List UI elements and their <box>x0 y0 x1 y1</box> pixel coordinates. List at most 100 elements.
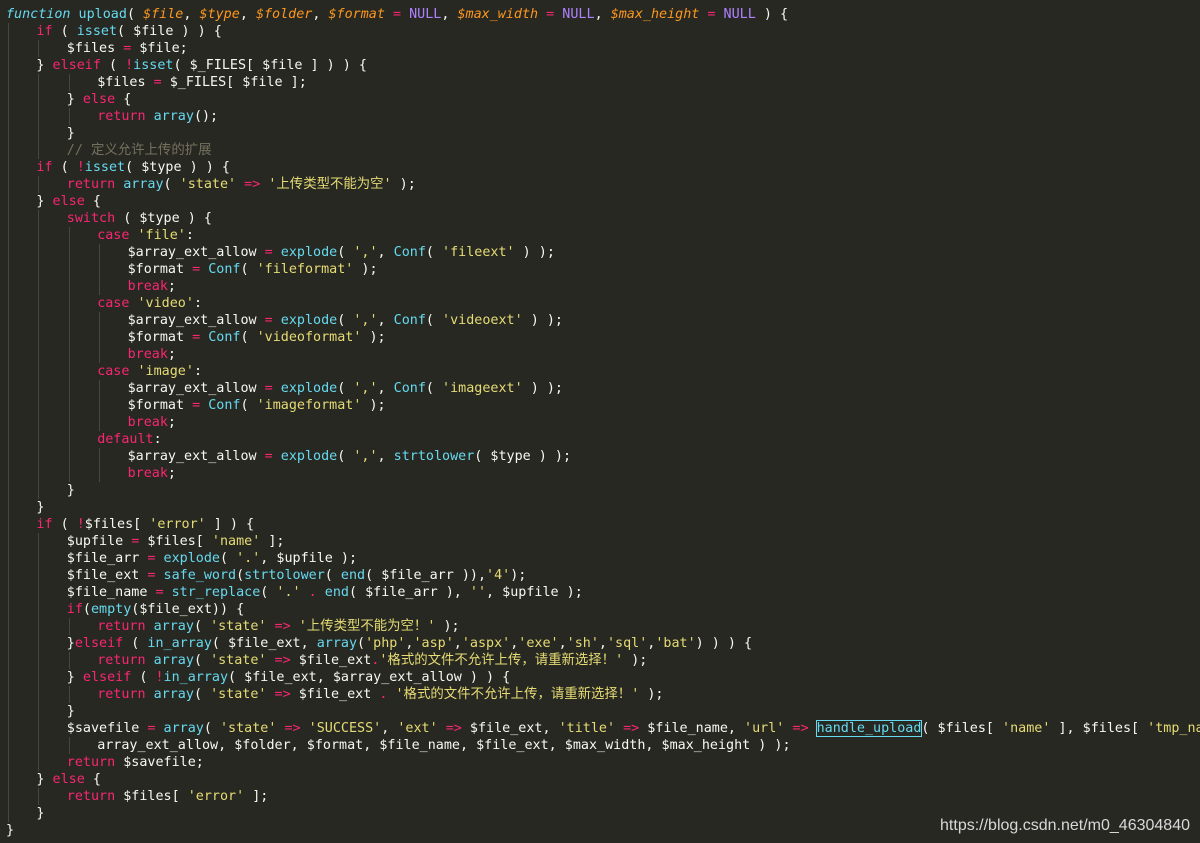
code-editor[interactable]: function upload( $file, $type, $folder, … <box>0 0 1200 843</box>
code-token: break <box>127 347 168 362</box>
code-line[interactable]: } elseif ( !isset( $_FILES[ $file ] ) ) … <box>36 57 367 74</box>
code-line[interactable]: }elseif ( in_array( $file_ext, array('ph… <box>67 635 752 652</box>
code-token: Conf <box>200 262 241 277</box>
code-token: $savefile; <box>115 755 204 770</box>
code-token: array <box>155 721 204 736</box>
code-line[interactable]: break; <box>128 414 176 431</box>
code-token: } <box>66 483 75 498</box>
code-token: $file_ext <box>290 687 380 702</box>
code-line[interactable]: break; <box>128 465 176 482</box>
code-token: array <box>115 177 164 192</box>
code-line[interactable]: $array_ext_allow = explode( ',', Conf( '… <box>128 380 563 397</box>
code-line[interactable]: $array_ext_allow = explode( ',', Conf( '… <box>128 312 563 329</box>
code-line[interactable]: $upfile = $files[ 'name' ]; <box>67 533 285 550</box>
code-line[interactable]: return array( 'state' => $file_ext.'格式的文… <box>97 652 647 669</box>
code-token: . <box>300 585 317 600</box>
code-line[interactable]: if ( isset( $file ) ) { <box>36 23 221 40</box>
code-line[interactable]: } else { <box>36 193 101 210</box>
code-token: ) ); <box>514 245 555 260</box>
code-token: explode <box>272 313 338 328</box>
code-token: , <box>312 7 329 22</box>
code-line[interactable]: return array( 'state' => '上传类型不能为空！' ); <box>97 618 459 635</box>
code-line[interactable]: return array(); <box>97 108 218 125</box>
code-line[interactable]: if(empty($file_ext)) { <box>67 601 244 618</box>
code-token: ( <box>240 330 257 345</box>
code-line[interactable]: case 'file': <box>97 227 194 244</box>
code-line[interactable]: $format = Conf( 'imageformat' ); <box>128 397 386 414</box>
code-token: ); <box>361 398 386 413</box>
code-line[interactable]: } else { <box>67 91 132 108</box>
indent-guide <box>8 482 9 499</box>
code-line[interactable]: array_ext_allow, $folder, $format, $file… <box>97 737 790 754</box>
code-line[interactable]: } <box>67 125 75 142</box>
code-token: ); <box>435 619 460 634</box>
code-line[interactable]: $format = Conf( 'videoformat' ); <box>128 329 386 346</box>
code-token: $file_ext <box>290 653 372 668</box>
code-token: '.' <box>236 551 261 566</box>
code-line[interactable]: if ( !$files[ 'error' ] ) { <box>36 516 254 533</box>
code-token: Conf <box>200 398 241 413</box>
code-line[interactable]: break; <box>128 346 176 363</box>
code-line[interactable]: return array( 'state' => '上传类型不能为空' ); <box>67 176 416 193</box>
code-token: ',' <box>353 449 378 464</box>
code-line[interactable]: $savefile = array( 'state' => 'SUCCESS',… <box>67 720 1200 737</box>
code-token: } <box>66 670 83 685</box>
code-token: NULL <box>554 7 595 22</box>
code-line[interactable]: $file_arr = explode( '.', $upfile ); <box>67 550 357 567</box>
code-line[interactable]: if ( !isset( $type ) ) { <box>36 159 230 176</box>
code-token: Conf <box>393 313 426 328</box>
code-token: $array_ext_allow <box>127 449 265 464</box>
code-line[interactable]: } <box>6 822 14 839</box>
code-line[interactable]: default: <box>97 431 162 448</box>
indent-guide <box>8 193 9 210</box>
code-token: 'videoformat' <box>256 330 362 345</box>
code-token: => <box>266 653 291 668</box>
indent-guide <box>8 278 9 295</box>
code-token: switch <box>66 211 116 226</box>
code-line[interactable]: switch ( $type ) { <box>67 210 212 227</box>
code-token: $format <box>328 7 385 22</box>
code-line[interactable]: $files = $file; <box>67 40 188 57</box>
code-token: isset <box>76 24 118 39</box>
code-line[interactable]: } <box>36 805 44 822</box>
code-token: , <box>183 7 200 22</box>
code-token: in_array <box>163 670 229 685</box>
code-token: ( $files[ <box>921 721 1003 736</box>
code-line[interactable]: $file_name = str_replace( '.' . end( $fi… <box>67 584 583 601</box>
code-line[interactable]: $array_ext_allow = explode( ',', Conf( '… <box>128 244 555 261</box>
code-line[interactable]: case 'video': <box>97 295 202 312</box>
code-token: ( <box>100 58 126 73</box>
code-line[interactable]: } <box>67 703 75 720</box>
indent-guide <box>68 686 70 703</box>
indent-guide <box>8 414 9 431</box>
code-line[interactable]: $array_ext_allow = explode( ',', strtolo… <box>128 448 571 465</box>
code-token: } <box>36 772 53 787</box>
code-line[interactable]: } <box>36 499 44 516</box>
code-line[interactable]: } else { <box>36 771 101 788</box>
code-line[interactable]: // 定义允许上传的扩展 <box>67 142 212 159</box>
indent-guide <box>8 312 9 329</box>
code-line[interactable]: return $files[ 'error' ]; <box>67 788 269 805</box>
indent-guide <box>68 737 70 754</box>
code-line[interactable]: $files = $_FILES[ $file ]; <box>97 74 307 91</box>
code-token: $max_width <box>457 7 539 22</box>
code-line[interactable]: function upload( $file, $type, $folder, … <box>6 6 788 23</box>
indent-guide <box>8 244 9 261</box>
code-line[interactable]: return $savefile; <box>67 754 204 771</box>
indent-guide <box>38 397 40 414</box>
code-line[interactable]: break; <box>128 278 176 295</box>
code-line[interactable]: return array( 'state' => $file_ext . '格式… <box>97 686 663 703</box>
code-line[interactable]: } <box>67 482 75 499</box>
code-token: } <box>66 126 75 141</box>
code-token: explode <box>155 551 220 566</box>
code-token: elseif <box>74 636 124 651</box>
code-line[interactable]: case 'image': <box>97 363 202 380</box>
code-token: 'exe' <box>518 636 559 651</box>
code-line[interactable]: $file_ext = safe_word(strtolower( end( $… <box>67 567 527 584</box>
indent-guide <box>8 227 9 244</box>
code-token: ( <box>126 7 144 22</box>
code-token: Conf <box>393 381 426 396</box>
code-line[interactable]: } elseif ( !in_array( $file_ext, $array_… <box>67 669 510 686</box>
code-line[interactable]: $format = Conf( 'fileformat' ); <box>128 261 378 278</box>
code-token: = <box>192 262 201 277</box>
